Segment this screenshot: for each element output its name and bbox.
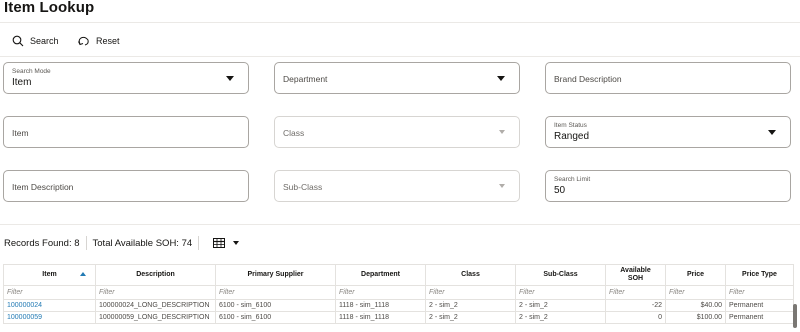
sub-class-placeholder: Sub-Class — [283, 182, 323, 192]
cell-description: 100000059_LONG_DESCRIPTION — [95, 311, 216, 324]
department-select[interactable]: Department — [274, 62, 520, 94]
results-summary: Records Found: 8 Total Available SOH: 74 — [4, 236, 240, 250]
column-header-available-soh[interactable]: Available SOH — [605, 264, 666, 286]
filter-row: Filter Filter Filter Filter Filter Filte… — [3, 285, 794, 300]
table-row: 100000024 100000024_LONG_DESCRIPTION 610… — [3, 299, 794, 312]
search-button[interactable]: Search — [12, 32, 59, 50]
chevron-down-icon — [497, 76, 505, 81]
results-table: Item Description Primary Supplier Depart… — [3, 264, 794, 324]
header-row: Item Description Primary Supplier Depart… — [3, 264, 794, 286]
column-header-primary-supplier[interactable]: Primary Supplier — [215, 264, 336, 286]
records-found: Records Found: 8 — [4, 237, 80, 249]
class-placeholder: Class — [283, 128, 305, 138]
toolbar-divider — [0, 56, 800, 57]
brand-description-placeholder: Brand Description — [554, 74, 622, 84]
item-status-value: Ranged — [554, 131, 590, 142]
filter-input-description[interactable]: Filter — [95, 285, 216, 300]
item-link[interactable]: 100000059 — [3, 311, 96, 324]
cell-price-type: Permanent — [725, 311, 794, 324]
cell-price-type: Permanent — [725, 299, 794, 312]
cell-description: 100000024_LONG_DESCRIPTION — [95, 299, 216, 312]
reset-label: Reset — [96, 36, 120, 46]
chevron-down-icon — [768, 130, 776, 135]
item-description-input[interactable]: Item Description — [3, 170, 249, 202]
cell-class: 2 - sim_2 — [425, 311, 516, 324]
chevron-down-icon — [233, 241, 240, 245]
sub-class-select[interactable]: Sub-Class — [274, 170, 520, 202]
search-limit-input[interactable]: Search Limit 50 — [545, 170, 791, 202]
cell-department: 1118 - sim_1118 — [335, 311, 426, 324]
reset-button[interactable]: Reset — [77, 32, 120, 50]
cell-price: $100.00 — [665, 311, 726, 324]
cell-primary-supplier: 6100 - sim_6100 — [215, 311, 336, 324]
column-header-class[interactable]: Class — [425, 264, 516, 286]
search-mode-value: Item — [12, 77, 32, 88]
cell-department: 1118 - sim_1118 — [335, 299, 426, 312]
filter-input-class[interactable]: Filter — [425, 285, 516, 300]
item-status-select[interactable]: Item Status Ranged — [545, 116, 791, 148]
column-header-item[interactable]: Item — [3, 264, 96, 286]
search-icon — [12, 35, 24, 47]
search-label: Search — [30, 36, 59, 46]
page-title: Item Lookup — [4, 0, 95, 16]
reset-icon — [78, 36, 89, 46]
class-select[interactable]: Class — [274, 116, 520, 148]
cell-available-soh: 0 — [605, 311, 666, 324]
cell-sub-class: 2 - sim_2 — [515, 299, 606, 312]
filter-input-department[interactable]: Filter — [335, 285, 426, 300]
chevron-down-icon — [226, 76, 234, 81]
column-header-price[interactable]: Price — [665, 264, 726, 286]
item-input[interactable]: Item — [3, 116, 249, 148]
grid-view-button[interactable] — [213, 238, 240, 248]
title-divider — [0, 22, 800, 23]
brand-description-input[interactable]: Brand Description — [545, 62, 791, 94]
item-placeholder: Item — [12, 128, 29, 138]
search-limit-label: Search Limit — [554, 176, 591, 183]
search-limit-value: 50 — [554, 185, 566, 196]
cell-primary-supplier: 6100 - sim_6100 — [215, 299, 336, 312]
summary-separator — [198, 236, 200, 250]
search-mode-select[interactable]: Search Mode Item — [3, 62, 249, 94]
table-row: 100000059 100000059_LONG_DESCRIPTION 610… — [3, 311, 794, 324]
grid-icon — [213, 238, 226, 248]
department-placeholder: Department — [283, 74, 328, 84]
summary-separator — [85, 236, 87, 250]
form-divider — [0, 224, 800, 225]
column-header-price-type[interactable]: Price Type — [725, 264, 794, 286]
cell-price: $40.00 — [665, 299, 726, 312]
filter-input-price-type[interactable]: Filter — [725, 285, 794, 300]
cell-sub-class: 2 - sim_2 — [515, 311, 606, 324]
filter-input-sub-class[interactable]: Filter — [515, 285, 606, 300]
item-description-placeholder: Item Description — [12, 182, 74, 192]
search-mode-label: Search Mode — [12, 68, 51, 75]
cell-class: 2 - sim_2 — [425, 299, 516, 312]
column-header-department[interactable]: Department — [335, 264, 426, 286]
filter-input-price[interactable]: Filter — [665, 285, 726, 300]
total-soh: Total Available SOH: 74 — [92, 237, 193, 249]
filter-input-primary-supplier[interactable]: Filter — [215, 285, 336, 300]
item-link[interactable]: 100000024 — [3, 299, 96, 312]
cell-available-soh: -22 — [605, 299, 666, 312]
item-status-label: Item Status — [554, 122, 587, 129]
chevron-down-icon — [499, 130, 505, 134]
column-header-sub-class[interactable]: Sub-Class — [515, 264, 606, 286]
chevron-down-icon — [499, 184, 505, 188]
filter-input-item[interactable]: Filter — [3, 285, 96, 300]
sort-ascending-icon — [80, 272, 86, 276]
column-header-description[interactable]: Description — [95, 264, 216, 286]
filter-input-available-soh[interactable]: Filter — [605, 285, 666, 300]
table-scrollbar[interactable] — [793, 304, 797, 328]
